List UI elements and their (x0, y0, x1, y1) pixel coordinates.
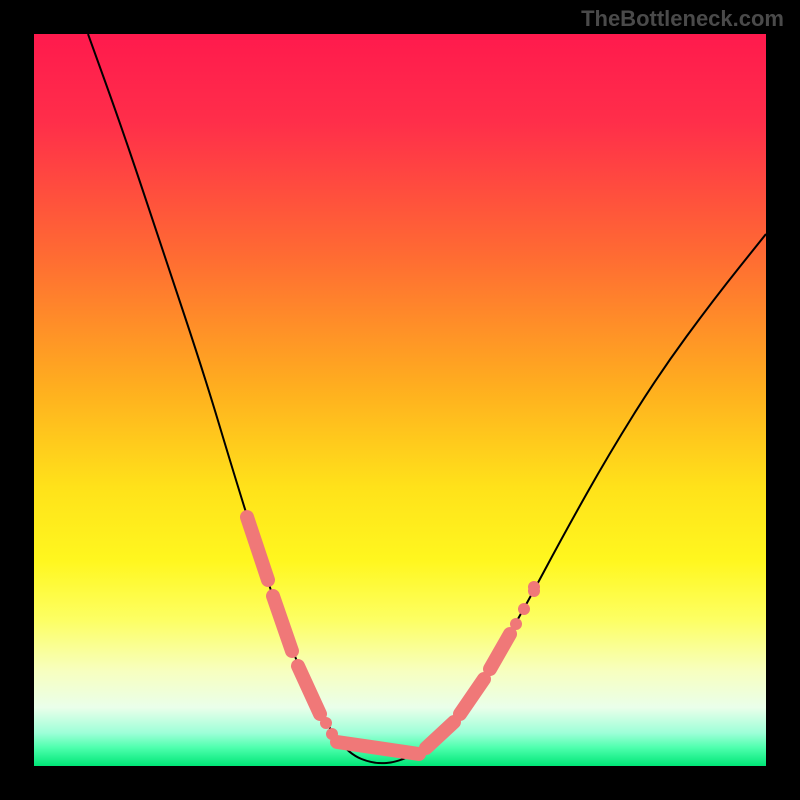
highlight-dot (320, 717, 332, 729)
highlight-dot (528, 585, 540, 597)
watermark-text: TheBottleneck.com (581, 6, 784, 32)
chart-root: TheBottleneck.com (0, 0, 800, 800)
highlight-dot (518, 603, 530, 615)
plot-area (34, 34, 766, 766)
highlight-dot (510, 618, 522, 630)
chart-svg (0, 0, 800, 800)
